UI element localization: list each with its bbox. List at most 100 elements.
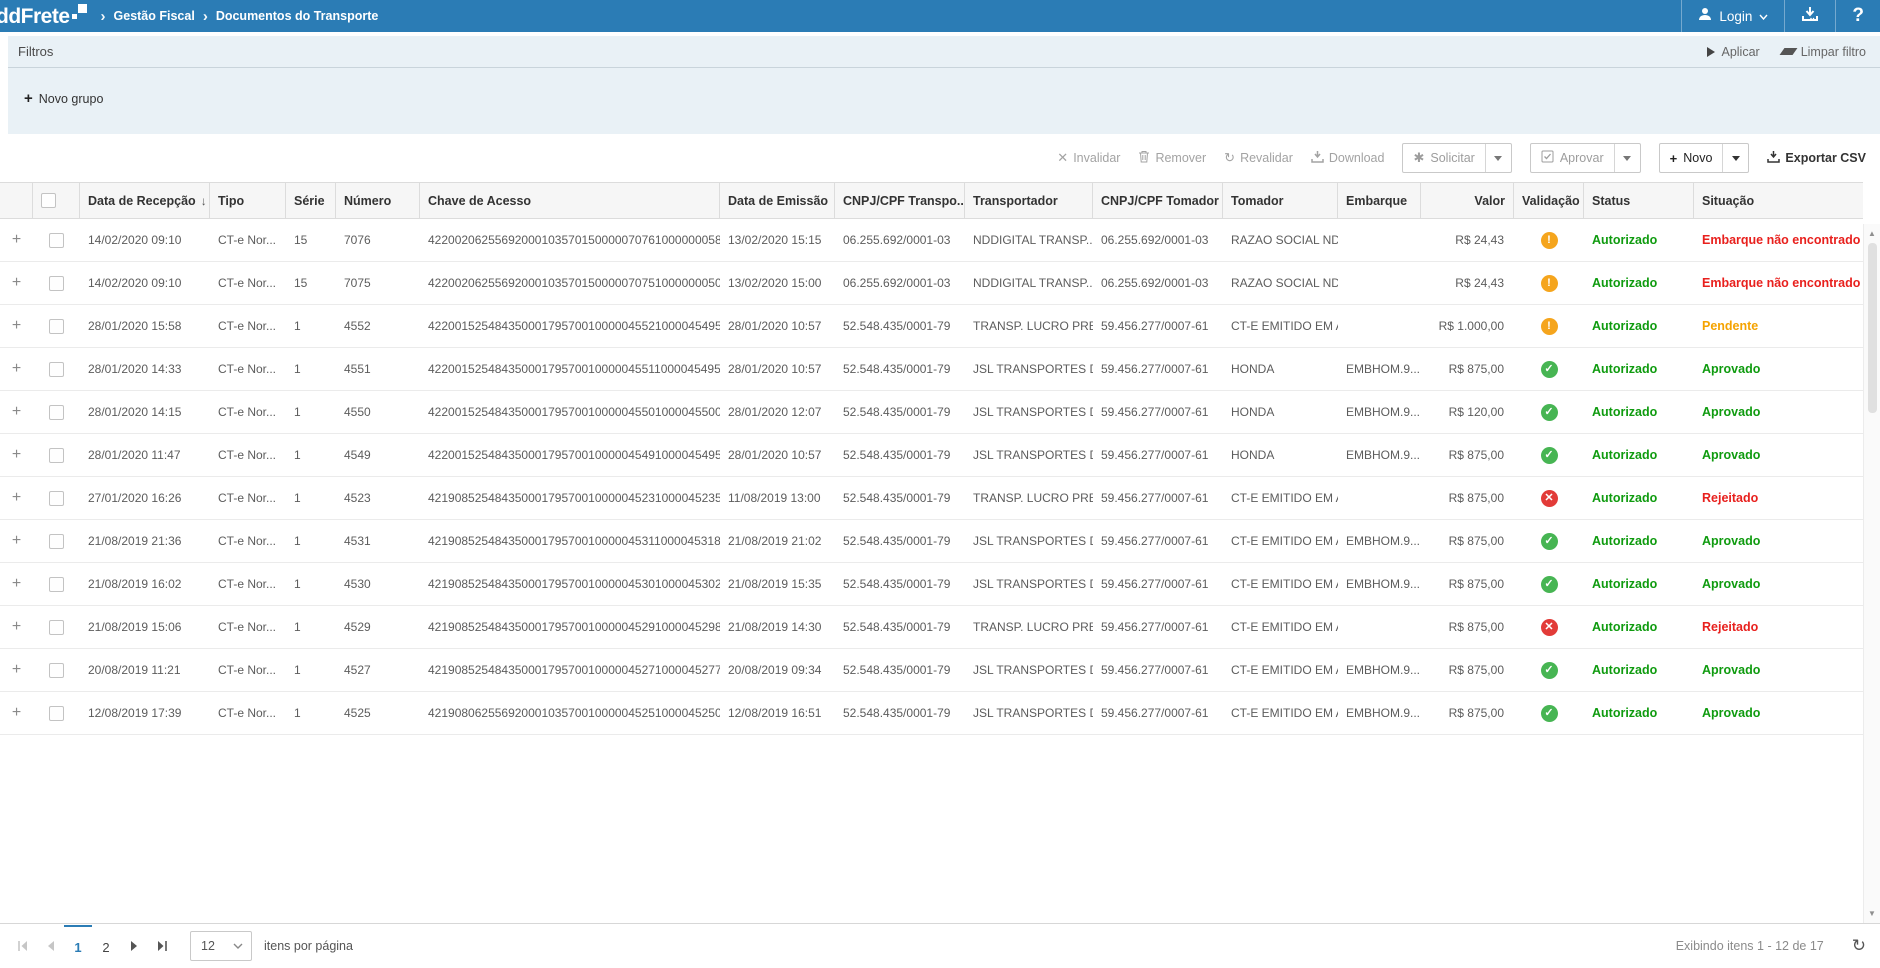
expand-row-icon[interactable]: + — [8, 317, 25, 335]
cell-status: Autorizado — [1584, 620, 1694, 634]
table-row[interactable]: + 27/01/2020 16:26 CT-e Nor... 1 4523 42… — [0, 477, 1863, 520]
expand-row-icon[interactable]: + — [8, 360, 25, 378]
row-checkbox[interactable] — [49, 491, 64, 506]
remove-button[interactable]: Remover — [1138, 150, 1206, 166]
cell-tipo: CT-e Nor... — [210, 276, 286, 290]
row-checkbox[interactable] — [49, 405, 64, 420]
header-tipo[interactable]: Tipo — [210, 183, 286, 218]
cell-validacao: ! — [1514, 275, 1584, 292]
header-cnpj-transportador[interactable]: CNPJ/CPF Transpo... — [835, 183, 965, 218]
table-row[interactable]: + 20/08/2019 11:21 CT-e Nor... 1 4527 42… — [0, 649, 1863, 692]
table-row[interactable]: + 21/08/2019 16:02 CT-e Nor... 1 4530 42… — [0, 563, 1863, 606]
header-valor[interactable]: Valor — [1421, 183, 1514, 218]
page-button-1[interactable]: 1 — [64, 925, 92, 968]
table-row[interactable]: + 14/02/2020 09:10 CT-e Nor... 15 7076 4… — [0, 219, 1863, 262]
scroll-up-icon[interactable]: ▲ — [1868, 224, 1876, 243]
top-right-controls: Login ? — [1681, 0, 1880, 32]
expand-row-icon[interactable]: + — [8, 403, 25, 421]
expand-row-icon[interactable]: + — [8, 489, 25, 507]
table-row[interactable]: + 21/08/2019 15:06 CT-e Nor... 1 4529 42… — [0, 606, 1863, 649]
cell-cnpj-tomador: 59.456.277/0007-61 — [1093, 706, 1223, 720]
breadcrumb-gestao-fiscal[interactable]: Gestão Fiscal — [114, 9, 195, 23]
download-button[interactable]: Download — [1311, 151, 1385, 166]
row-checkbox[interactable] — [49, 362, 64, 377]
solicitar-split-button[interactable]: ✱ Solicitar — [1402, 143, 1511, 173]
row-checkbox[interactable] — [49, 448, 64, 463]
apply-filter-button[interactable]: Aplicar — [1707, 45, 1759, 59]
last-page-button[interactable] — [148, 925, 176, 968]
vertical-scrollbar[interactable]: ▲ ▼ — [1863, 224, 1880, 923]
cell-select — [33, 620, 80, 635]
table-row[interactable]: + 28/01/2020 15:58 CT-e Nor... 1 4552 42… — [0, 305, 1863, 348]
table-row[interactable]: + 21/08/2019 21:36 CT-e Nor... 1 4531 42… — [0, 520, 1863, 563]
row-checkbox[interactable] — [49, 663, 64, 678]
expand-row-icon[interactable]: + — [8, 274, 25, 292]
expand-row-icon[interactable]: + — [8, 446, 25, 464]
next-page-button[interactable] — [120, 925, 148, 968]
table-row[interactable]: + 28/01/2020 11:47 CT-e Nor... 1 4549 42… — [0, 434, 1863, 477]
breadcrumb-documentos-transporte[interactable]: Documentos do Transporte — [216, 9, 379, 23]
table-row[interactable]: + 12/08/2019 17:39 CT-e Nor... 1 4525 42… — [0, 692, 1863, 735]
expand-row-icon[interactable]: + — [8, 618, 25, 636]
row-checkbox[interactable] — [49, 620, 64, 635]
select-all-checkbox[interactable] — [41, 193, 56, 208]
help-button[interactable]: ? — [1835, 0, 1880, 32]
expand-row-icon[interactable]: + — [8, 661, 25, 679]
header-cnpj-tomador[interactable]: CNPJ/CPF Tomador — [1093, 183, 1223, 218]
table-row[interactable]: + 28/01/2020 14:15 CT-e Nor... 1 4550 42… — [0, 391, 1863, 434]
expand-row-icon[interactable]: + — [8, 704, 25, 722]
novo-split-button[interactable]: + Novo — [1659, 143, 1750, 173]
expand-row-icon[interactable]: + — [8, 575, 25, 593]
row-checkbox[interactable] — [49, 534, 64, 549]
header-status[interactable]: Status — [1584, 183, 1694, 218]
header-numero[interactable]: Número — [336, 183, 420, 218]
novo-dropdown-toggle[interactable] — [1722, 144, 1748, 172]
page-button-2[interactable]: 2 — [92, 925, 120, 968]
cell-tipo: CT-e Nor... — [210, 534, 286, 548]
header-tomador[interactable]: Tomador — [1223, 183, 1338, 218]
cell-embarque: EMBHOM.9... — [1338, 577, 1421, 591]
cell-select — [33, 491, 80, 506]
header-validacao[interactable]: Validação — [1514, 183, 1584, 218]
cell-status: Autorizado — [1584, 233, 1694, 247]
row-checkbox[interactable] — [49, 706, 64, 721]
new-group-button[interactable]: + Novo grupo — [24, 92, 103, 106]
previous-page-button[interactable] — [36, 925, 64, 968]
header-embarque[interactable]: Embarque — [1338, 183, 1421, 218]
login-menu[interactable]: Login — [1681, 0, 1784, 32]
solicitar-dropdown-toggle[interactable] — [1485, 144, 1511, 172]
row-checkbox[interactable] — [49, 276, 64, 291]
header-chave-acesso[interactable]: Chave de Acesso — [420, 183, 720, 218]
aprovar-split-button[interactable]: Aprovar — [1530, 143, 1641, 173]
header-data-recepcao[interactable]: Data de Recepção↓ — [80, 183, 210, 218]
expand-row-icon[interactable]: + — [8, 231, 25, 249]
revalidate-button[interactable]: ↻ Revalidar — [1224, 150, 1293, 166]
table-row[interactable]: + 14/02/2020 09:10 CT-e Nor... 15 7075 4… — [0, 262, 1863, 305]
cell-serie: 1 — [286, 706, 336, 720]
export-csv-button[interactable]: Exportar CSV — [1767, 151, 1866, 166]
cell-situacao: Aprovado — [1694, 405, 1863, 419]
refresh-icon[interactable]: ↻ — [1852, 936, 1866, 956]
page-size-select[interactable]: 12 — [190, 931, 252, 961]
header-situacao[interactable]: Situação — [1694, 183, 1863, 218]
cell-cnpj-tomador: 59.456.277/0007-61 — [1093, 405, 1223, 419]
table-row[interactable]: + 28/01/2020 14:33 CT-e Nor... 1 4551 42… — [0, 348, 1863, 391]
cell-cnpj-tomador: 59.456.277/0007-61 — [1093, 319, 1223, 333]
row-checkbox[interactable] — [49, 233, 64, 248]
scrollbar-thumb[interactable] — [1868, 243, 1877, 413]
invalidate-button[interactable]: ✕ Invalidar — [1057, 150, 1120, 166]
header-serie[interactable]: Série — [286, 183, 336, 218]
header-data-emissao[interactable]: Data de Emissão — [720, 183, 835, 218]
scroll-down-icon[interactable]: ▼ — [1868, 904, 1876, 923]
header-transportador[interactable]: Transportador — [965, 183, 1093, 218]
download-menu-button[interactable] — [1784, 0, 1835, 32]
first-page-button[interactable] — [8, 925, 36, 968]
row-checkbox[interactable] — [49, 319, 64, 334]
eraser-icon — [1779, 48, 1797, 55]
row-checkbox[interactable] — [49, 577, 64, 592]
filters-panel: Filtros Aplicar Limpar filtro + Novo gru… — [8, 36, 1880, 134]
aprovar-dropdown-toggle[interactable] — [1614, 144, 1640, 172]
expand-row-icon[interactable]: + — [8, 532, 25, 550]
clear-filter-button[interactable]: Limpar filtro — [1782, 45, 1866, 59]
cell-tipo: CT-e Nor... — [210, 405, 286, 419]
